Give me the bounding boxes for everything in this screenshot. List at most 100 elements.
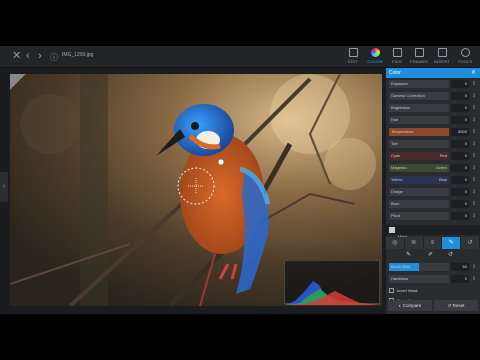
slider-value[interactable]: 0: [451, 104, 469, 112]
brush-icon[interactable]: ✎: [406, 251, 411, 258]
hardness-slider[interactable]: Hardness 0 ⇕: [386, 274, 480, 285]
slider-label-right: Red: [439, 153, 447, 158]
histogram: [284, 260, 381, 305]
eraser-icon[interactable]: ✐: [428, 251, 433, 258]
tab-brush-icon[interactable]: ✎: [442, 237, 462, 249]
slider-value[interactable]: 0: [451, 140, 469, 148]
sidebar-toggle-handle[interactable]: ›: [0, 172, 8, 202]
stepper-icon[interactable]: ⇕: [472, 263, 476, 271]
slider-label: Tint: [391, 141, 398, 146]
slider-magenta[interactable]: Magenta Green 0 ⇕: [386, 163, 480, 174]
slider-track[interactable]: Yellow Blue: [389, 176, 449, 184]
info-icon[interactable]: ⓘ: [50, 52, 58, 64]
tool-frames[interactable]: FRAMES: [408, 48, 430, 66]
brush-size-slider[interactable]: Brush Size 50 ⇕: [386, 262, 480, 273]
stepper-icon[interactable]: ⇕: [472, 128, 476, 136]
slider-label: Brightness: [391, 105, 410, 110]
stepper-icon[interactable]: ⇕: [472, 80, 476, 88]
slider-value[interactable]: 0: [451, 188, 469, 196]
stepper-icon[interactable]: ⇕: [472, 176, 476, 184]
slider-temperature[interactable]: Temperature 6500 ⇕: [386, 127, 480, 138]
mask-tool-tabs: ◎ ≋ ≡ ✎ ↺: [386, 237, 480, 249]
tool-color[interactable]: COLOR: [364, 48, 386, 66]
file-name: IMG_1299.jpg: [62, 52, 94, 58]
reset-button[interactable]: ↺ Reset: [434, 300, 478, 311]
slider-label: Pivot: [391, 213, 400, 218]
compare-button[interactable]: ◐ Compare: [388, 300, 432, 311]
slider-burn[interactable]: Burn 0 ⇕: [386, 199, 480, 210]
gear-icon: [460, 48, 470, 57]
slider-label: Burn: [391, 201, 400, 206]
slider-value[interactable]: 0: [451, 152, 469, 160]
insert-icon: [437, 48, 447, 57]
collapse-icon: [389, 227, 395, 233]
slider-tint[interactable]: Tint 0 ⇕: [386, 139, 480, 150]
histogram-graph: [285, 281, 381, 305]
slider-value[interactable]: 0: [451, 80, 469, 88]
tab-gradient-icon[interactable]: ≋: [404, 237, 424, 249]
slider-label: Gamma Correction: [391, 93, 425, 98]
close-icon[interactable]: ✕: [471, 68, 476, 78]
slider-value[interactable]: 0: [451, 212, 469, 220]
stepper-icon[interactable]: ⇕: [472, 140, 476, 148]
stepper-icon[interactable]: ⇕: [472, 92, 476, 100]
stepper-icon[interactable]: ⇕: [472, 200, 476, 208]
mask-section-header[interactable]: Mask: [386, 225, 480, 239]
stepper-icon[interactable]: ⇕: [472, 104, 476, 112]
slider-cyan[interactable]: Cyan Red 0 ⇕: [386, 151, 480, 162]
tool-tools[interactable]: TOOLS: [454, 48, 476, 66]
tool-edit[interactable]: EDIT: [342, 48, 364, 66]
slider-value[interactable]: 0: [451, 176, 469, 184]
tab-radial-icon[interactable]: ◎: [386, 237, 405, 249]
slider-track[interactable]: Brightness: [389, 104, 449, 112]
slider-pivot[interactable]: Pivot 0 ⇕: [386, 211, 480, 222]
forward-icon[interactable]: ›: [38, 50, 42, 62]
slider-track[interactable]: Dodge: [389, 188, 449, 196]
slider-exposure[interactable]: Exposure 0 ⇕: [386, 79, 480, 90]
slider-value[interactable]: 0: [451, 200, 469, 208]
slider-hue[interactable]: Hue 0 ⇕: [386, 115, 480, 126]
back-icon[interactable]: ‹: [26, 50, 30, 62]
slider-track[interactable]: Burn: [389, 200, 449, 208]
tab-linear-icon[interactable]: ≡: [423, 237, 443, 249]
slider-label-right: Green: [435, 165, 447, 170]
slider-track[interactable]: Gamma Correction: [389, 92, 449, 100]
slider-track[interactable]: Tint: [389, 140, 449, 148]
stepper-icon[interactable]: ⇕: [472, 212, 476, 220]
invert-mask-checkbox[interactable]: Invert Mask: [386, 286, 480, 295]
undo-icon[interactable]: ↺: [448, 251, 453, 258]
stepper-icon[interactable]: ⇕: [472, 275, 476, 283]
photo-canvas[interactable]: [10, 74, 382, 306]
slider-value[interactable]: 0: [451, 164, 469, 172]
stepper-icon[interactable]: ⇕: [472, 152, 476, 160]
tool-film[interactable]: FILM: [386, 48, 408, 66]
stepper-icon[interactable]: ⇕: [472, 164, 476, 172]
slider-label: Cyan: [391, 153, 401, 158]
edit-icon: [348, 48, 358, 57]
slider-track[interactable]: Pivot: [389, 212, 449, 220]
slider-value[interactable]: 0: [451, 116, 469, 124]
panel-title: Color: [389, 70, 401, 76]
slider-track[interactable]: Exposure: [389, 80, 449, 88]
slider-track[interactable]: Cyan Red: [389, 152, 449, 160]
slider-dodge[interactable]: Dodge 0 ⇕: [386, 187, 480, 198]
color-adjust-panel: Color ✕ Exposure 0 ⇕ Gamma Correction 0 ⇕ Brig…: [386, 68, 480, 314]
slider-value[interactable]: 0: [451, 92, 469, 100]
tool-insert[interactable]: INSERT: [431, 48, 453, 66]
stepper-icon[interactable]: ⇕: [472, 188, 476, 196]
slider-yellow[interactable]: Yellow Blue 0 ⇕: [386, 175, 480, 186]
close-icon[interactable]: ✕: [12, 50, 21, 62]
slider-label: Temperature: [391, 129, 414, 134]
slider-track[interactable]: Magenta Green: [389, 164, 449, 172]
photo-editor-window: ✕ ‹ › ⓘ IMG_1299.jpg EDIT COLOR FILM FRA…: [0, 46, 480, 314]
panel-header: Color ✕: [386, 68, 480, 78]
slider-track[interactable]: Temperature: [389, 128, 449, 136]
slider-brightness[interactable]: Brightness 0 ⇕: [386, 103, 480, 114]
slider-value[interactable]: 6500: [451, 128, 469, 136]
frames-icon: [414, 48, 424, 57]
slider-gamma-correction[interactable]: Gamma Correction 0 ⇕: [386, 91, 480, 102]
tab-reset-icon[interactable]: ↺: [461, 237, 480, 249]
stepper-icon[interactable]: ⇕: [472, 116, 476, 124]
corner-badge: [10, 74, 26, 90]
slider-track[interactable]: Hue: [389, 116, 449, 124]
